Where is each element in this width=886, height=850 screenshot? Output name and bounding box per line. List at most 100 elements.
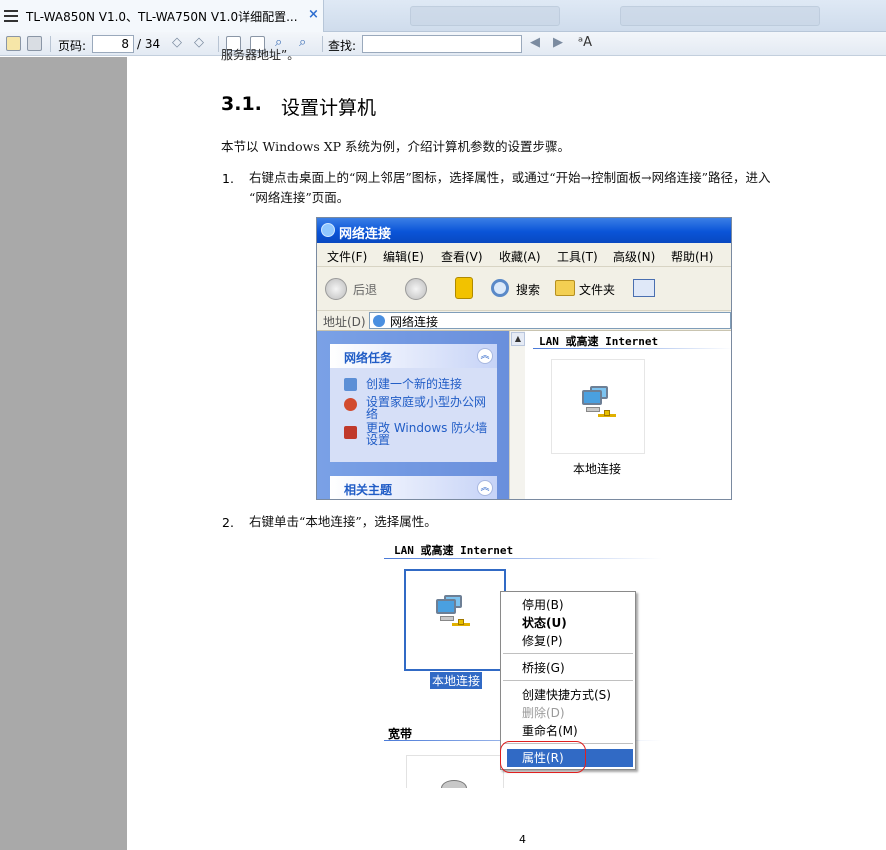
menu-advanced[interactable]: 高级(N) [613, 248, 655, 265]
local-connection-icon [434, 595, 470, 631]
address-label: 地址(D) [323, 315, 366, 329]
page-label: 页码: [58, 39, 87, 53]
related-topics-title: 相关主题 [344, 483, 393, 497]
menu-help[interactable]: 帮助(H) [671, 248, 713, 265]
home-network-icon [344, 398, 357, 411]
group-divider [384, 558, 662, 559]
section-title: 设置计算机 [281, 97, 377, 119]
next-page-icon[interactable]: ◇ [194, 35, 204, 50]
page-total: / 34 [137, 37, 161, 51]
step-2-text: 右键单击“本地连接”，选择属性。 [249, 514, 437, 529]
network-tasks-list: 创建一个新的连接 设置家庭或小型办公网络 更改 Windows 防火墙设置 [330, 368, 497, 462]
toolbar-divider [322, 36, 323, 52]
context-menu-screenshot: LAN 或高速 Internet 本地连接 宽带 停用(B) 状态(U) 修复(… [384, 537, 662, 788]
network-connections-screenshot: 网络连接 文件(F) 编辑(E) 查看(V) 收藏(A) 工具(T) 高级(N)… [316, 217, 732, 500]
collapse-chevron-icon[interactable]: ︽ [477, 480, 493, 496]
address-value: 网络连接 [390, 315, 439, 329]
cut-off-text: 服务器地址”。 [221, 48, 300, 62]
find-next-icon[interactable]: ▶ [553, 35, 563, 50]
viewer-margin [0, 57, 127, 850]
forward-arrow-icon[interactable] [405, 278, 427, 300]
up-folder-icon[interactable] [455, 277, 473, 299]
task-link-new-connection[interactable]: 创建一个新的连接 [366, 378, 491, 390]
network-tasks-header[interactable]: 网络任务 ︽ [330, 344, 497, 368]
menu-icon[interactable] [4, 10, 18, 22]
find-label: 查找: [328, 39, 357, 53]
page-number: 4 [519, 833, 526, 846]
step-1-line-2: “网络连接”页面。 [249, 190, 350, 205]
open-file-icon[interactable] [6, 36, 21, 51]
menu-item-repair[interactable]: 修复(P) [507, 632, 633, 650]
background-tab[interactable] [620, 6, 820, 26]
window-title-bar: 网络连接 [317, 218, 731, 243]
new-connection-icon [344, 378, 357, 391]
local-connection-icon [580, 386, 616, 422]
lan-group-header: LAN 或高速 Internet [394, 544, 514, 557]
menu-favorites[interactable]: 收藏(A) [499, 248, 541, 265]
close-icon[interactable]: × [308, 7, 319, 22]
address-bar: 地址(D) 网络连接 [317, 311, 731, 331]
collapse-chevron-icon[interactable]: ︽ [477, 348, 493, 364]
local-connection-label[interactable]: 本地连接 [430, 672, 483, 689]
related-topics-header[interactable]: 相关主题 ︽ [330, 476, 497, 499]
menu-item-disable[interactable]: 停用(B) [507, 596, 633, 614]
network-tasks-title: 网络任务 [344, 351, 393, 365]
toolbar-divider [218, 36, 219, 52]
zoom-in-icon[interactable]: ⌕ [299, 35, 306, 50]
prev-page-icon[interactable]: ◇ [172, 35, 182, 50]
folders-button-label[interactable]: 文件夹 [579, 281, 615, 298]
viewer-toolbar: 页码: 8 / 34 ◇ ◇ ⌕ ⌕ 查找: ◀ ▶ ᵃA [0, 32, 886, 56]
menu-item-create-shortcut[interactable]: 创建快捷方式(S) [507, 686, 633, 704]
task-link-firewall[interactable]: 更改 Windows 防火墙设置 [366, 422, 491, 446]
back-arrow-icon[interactable] [325, 278, 347, 300]
scrollbar[interactable]: ▲ [509, 331, 525, 499]
highlight-ring [500, 741, 586, 773]
menu-file[interactable]: 文件(F) [327, 248, 367, 265]
print-icon[interactable] [27, 36, 42, 51]
address-input[interactable]: 网络连接 [369, 312, 731, 329]
section-number: 3.1. [221, 93, 262, 115]
network-tasks-panel: 网络任务 ︽ 创建一个新的连接 设置家庭或小型办公网络 更改 Windows 防… [330, 344, 497, 462]
window-menu-bar: 文件(F) 编辑(E) 查看(V) 收藏(A) 工具(T) 高级(N) 帮助(H… [317, 243, 731, 267]
toolbar-divider [50, 36, 51, 52]
step-1-line-1: 右键点击桌面上的“网上邻居”图标，选择属性，或通过“开始→控制面板→网络连接”路… [249, 170, 771, 185]
local-connection-label[interactable]: 本地连接 [573, 460, 621, 477]
background-tab[interactable] [410, 6, 560, 26]
lan-group-header: LAN 或高速 Internet [539, 335, 659, 348]
broadband-icon [441, 780, 467, 788]
window-title: 网络连接 [339, 227, 392, 242]
menu-item-status[interactable]: 状态(U) [507, 614, 633, 632]
step-number: 1. [222, 171, 234, 186]
find-prev-icon[interactable]: ◀ [530, 35, 540, 50]
menu-view[interactable]: 查看(V) [441, 248, 483, 265]
back-button-label[interactable]: 后退 [353, 281, 377, 298]
match-case-icon[interactable]: ᵃA [578, 35, 592, 50]
intro-paragraph: 本节以 Windows XP 系统为例，介绍计算机参数的设置步骤。 [221, 139, 571, 154]
connections-view: LAN 或高速 Internet 本地连接 [525, 331, 731, 499]
task-link-home-network[interactable]: 设置家庭或小型办公网络 [366, 396, 491, 420]
local-connection-item-selected[interactable] [404, 569, 506, 671]
document-tab[interactable]: TL-WA850N V1.0、TL-WA750N V1.0详细配置... × [0, 0, 324, 32]
menu-tools[interactable]: 工具(T) [557, 248, 598, 265]
tab-title: TL-WA850N V1.0、TL-WA750N V1.0详细配置... [26, 10, 298, 24]
firewall-icon [344, 426, 357, 439]
search-icon[interactable] [491, 279, 509, 297]
local-connection-item[interactable] [551, 359, 645, 454]
find-input[interactable] [362, 35, 522, 53]
folders-icon[interactable] [555, 280, 575, 296]
menu-edit[interactable]: 编辑(E) [383, 248, 424, 265]
tab-bar: TL-WA850N V1.0、TL-WA750N V1.0详细配置... × [0, 0, 886, 32]
menu-item-rename[interactable]: 重命名(M) [507, 722, 633, 740]
menu-item-bridge[interactable]: 桥接(G) [507, 659, 633, 677]
menu-item-delete: 删除(D) [522, 706, 565, 720]
broadband-connection-item[interactable] [406, 755, 504, 788]
search-button-label[interactable]: 搜索 [516, 281, 540, 298]
menu-separator [503, 680, 633, 681]
group-divider [533, 348, 731, 349]
scroll-up-icon[interactable]: ▲ [511, 332, 525, 346]
step-number: 2. [222, 515, 234, 530]
views-icon[interactable] [633, 279, 655, 297]
network-globe-icon [373, 315, 385, 327]
network-globe-icon [321, 223, 335, 237]
page-number-input[interactable]: 8 [92, 35, 134, 53]
